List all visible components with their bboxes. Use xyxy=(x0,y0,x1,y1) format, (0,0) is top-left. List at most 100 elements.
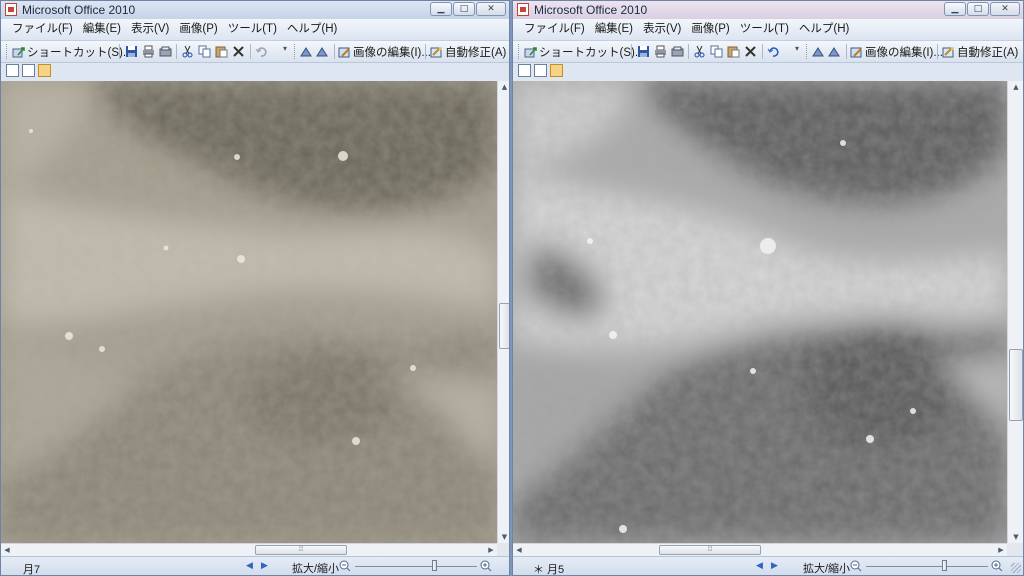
close-button[interactable]: ✕ xyxy=(990,2,1020,16)
scroll-left-arrow-icon[interactable]: ◀ xyxy=(1,544,13,556)
scroll-right-arrow-icon[interactable]: ▶ xyxy=(485,544,497,556)
previous-image-icon[interactable]: ◀ xyxy=(756,561,763,571)
next-image-icon[interactable]: ▶ xyxy=(261,561,268,571)
copy-icon xyxy=(710,45,723,57)
maximize-button[interactable]: □ xyxy=(967,2,989,16)
vertical-scroll-thumb[interactable] xyxy=(499,303,509,349)
previous-image-icon[interactable]: ◀ xyxy=(246,561,253,571)
thumbnail-view-button[interactable] xyxy=(518,64,531,77)
vertical-scrollbar[interactable]: ▲ ▼ xyxy=(497,81,509,543)
toolbar-grip[interactable] xyxy=(518,44,521,59)
scroll-left-arrow-icon[interactable]: ◀ xyxy=(513,544,525,556)
save-button[interactable] xyxy=(125,44,138,59)
scroll-up-arrow-icon[interactable]: ▲ xyxy=(1008,81,1023,93)
thumbnail-view-button[interactable] xyxy=(6,64,19,77)
auto-correct-button[interactable]: 自動修正(A) xyxy=(942,44,1018,59)
scan-button[interactable] xyxy=(671,44,684,59)
zoom-in-icon[interactable] xyxy=(991,560,1003,572)
zoom-out-icon[interactable] xyxy=(339,560,351,572)
save-icon xyxy=(638,45,649,57)
resize-grip[interactable] xyxy=(1011,563,1021,573)
shortcut-button[interactable]: ショートカット(S)... xyxy=(12,44,132,59)
minimize-button[interactable]: ▁ xyxy=(430,2,452,16)
print-button[interactable] xyxy=(142,44,155,59)
zoom-slider-thumb[interactable] xyxy=(942,560,947,571)
single-image-view-button[interactable] xyxy=(550,64,563,77)
shortcut-button[interactable]: ショートカット(S)... xyxy=(524,44,644,59)
close-button[interactable]: ✕ xyxy=(476,2,506,16)
copy-icon xyxy=(198,45,211,57)
undo-button[interactable] xyxy=(255,44,268,59)
title-bar[interactable]: Microsoft Office 2010 ▁ □ ✕ xyxy=(513,1,1023,19)
undo-icon xyxy=(767,46,779,57)
rotate-right-icon xyxy=(828,46,840,56)
rotate-left-button[interactable] xyxy=(299,44,312,59)
image-name: 月7 xyxy=(23,564,41,576)
scroll-down-arrow-icon[interactable]: ▼ xyxy=(1008,531,1023,543)
rotate-right-button[interactable] xyxy=(828,44,841,59)
undo-button[interactable] xyxy=(767,44,780,59)
image-viewport[interactable] xyxy=(513,81,1007,543)
rotate-right-button[interactable] xyxy=(316,44,329,59)
toolbar-options-chevron-icon[interactable]: ▾ xyxy=(283,44,287,59)
filmstrip-view-button[interactable] xyxy=(534,64,547,77)
menu-edit[interactable]: 編集(E) xyxy=(590,22,638,37)
menu-tools[interactable]: ツール(T) xyxy=(223,22,282,37)
vertical-scrollbar[interactable]: ▲ ▼ xyxy=(1007,81,1023,543)
auto-correct-button[interactable]: 自動修正(A) xyxy=(430,44,506,59)
menu-view[interactable]: 表示(V) xyxy=(126,22,174,37)
zoom-out-icon[interactable] xyxy=(850,560,862,572)
office-app-icon[interactable] xyxy=(5,3,17,16)
auto-correct-icon xyxy=(430,47,442,57)
image-viewport[interactable] xyxy=(1,81,497,543)
scan-button[interactable] xyxy=(159,44,172,59)
menu-tools[interactable]: ツール(T) xyxy=(735,22,794,37)
paste-button[interactable] xyxy=(727,44,740,59)
status-bar: ＊ 月5 ◀ ▶ 拡大/縮小 xyxy=(513,556,1023,576)
copy-button[interactable] xyxy=(198,44,211,59)
edit-image-button[interactable]: 画像の編集(I)... xyxy=(338,44,431,59)
scroll-right-arrow-icon[interactable]: ▶ xyxy=(995,544,1007,556)
menu-help[interactable]: ヘルプ(H) xyxy=(282,22,342,37)
horizontal-scroll-thumb[interactable]: ⦙⦙⦙ xyxy=(659,545,761,555)
menu-file[interactable]: ファイル(F) xyxy=(7,22,78,37)
scroll-down-arrow-icon[interactable]: ▼ xyxy=(498,531,509,543)
menu-edit[interactable]: 編集(E) xyxy=(78,22,126,37)
zoom-slider[interactable] xyxy=(866,566,988,567)
zoom-in-icon[interactable] xyxy=(480,560,492,572)
filmstrip-view-button[interactable] xyxy=(22,64,35,77)
title-bar[interactable]: Microsoft Office 2010 ▁ □ ✕ xyxy=(1,1,509,19)
delete-button[interactable] xyxy=(232,44,245,59)
paste-button[interactable] xyxy=(215,44,228,59)
paste-icon xyxy=(727,46,740,57)
toolbar-grip[interactable] xyxy=(6,44,9,59)
print-button[interactable] xyxy=(654,44,667,59)
menu-help[interactable]: ヘルプ(H) xyxy=(794,22,854,37)
horizontal-scrollbar[interactable]: ◀ ⦙⦙⦙ ▶ xyxy=(1,543,497,556)
status-bar: 月7 ◀ ▶ 拡大/縮小 xyxy=(1,556,509,576)
save-button[interactable] xyxy=(637,44,650,59)
next-image-icon[interactable]: ▶ xyxy=(771,561,778,571)
single-image-view-button[interactable] xyxy=(38,64,51,77)
menu-view[interactable]: 表示(V) xyxy=(638,22,686,37)
scroll-up-arrow-icon[interactable]: ▲ xyxy=(498,81,509,93)
vertical-scroll-thumb[interactable] xyxy=(1009,349,1023,421)
horizontal-scrollbar[interactable]: ◀ ⦙⦙⦙ ▶ xyxy=(513,543,1007,556)
menu-picture[interactable]: 画像(P) xyxy=(174,22,222,37)
image-name: ＊ 月5 xyxy=(533,564,565,576)
office-app-icon[interactable] xyxy=(517,3,529,16)
rotate-left-button[interactable] xyxy=(811,44,824,59)
horizontal-scroll-thumb[interactable]: ⦙⦙⦙ xyxy=(255,545,347,555)
toolbar-options-chevron-icon[interactable]: ▾ xyxy=(795,44,799,59)
minimize-button[interactable]: ▁ xyxy=(944,2,966,16)
cut-button[interactable] xyxy=(693,44,706,59)
copy-button[interactable] xyxy=(710,44,723,59)
menu-file[interactable]: ファイル(F) xyxy=(519,22,590,37)
zoom-slider[interactable] xyxy=(355,566,477,567)
cut-button[interactable] xyxy=(181,44,194,59)
delete-button[interactable] xyxy=(744,44,757,59)
menu-picture[interactable]: 画像(P) xyxy=(686,22,734,37)
edit-image-button[interactable]: 画像の編集(I)... xyxy=(850,44,943,59)
maximize-button[interactable]: □ xyxy=(453,2,475,16)
zoom-slider-thumb[interactable] xyxy=(432,560,437,571)
